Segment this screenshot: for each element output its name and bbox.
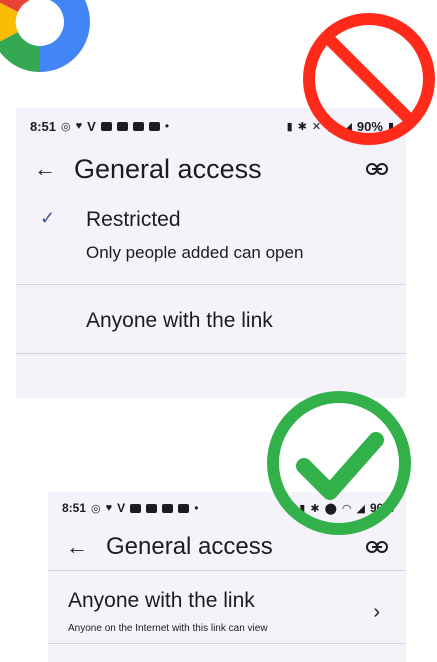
video-icon (100, 121, 112, 131)
app-bar: ← General access (16, 144, 406, 194)
option-label: Anyone with the link (86, 309, 273, 332)
check-icon: ✓ (40, 208, 56, 228)
option-description: Only people added can open (86, 243, 304, 262)
carrier-icon: V (87, 118, 96, 134)
page-title: General access (74, 153, 262, 184)
app-notification-icon: ♥ (75, 120, 83, 132)
status-time: 8:51 (62, 501, 87, 515)
google-logo (0, 0, 90, 73)
option-restricted[interactable]: ✓ Restricted Only people added can open (16, 204, 406, 285)
app-notification-icon: ♥ (105, 502, 113, 514)
link-icon[interactable] (366, 541, 388, 553)
option-anyone-with-link[interactable]: Anyone with the link Anyone on the Inter… (48, 570, 406, 644)
chevron-right-icon: › (373, 601, 380, 623)
arrow-left-icon[interactable]: ← (34, 156, 74, 182)
calendar-icon (132, 121, 144, 131)
restricted-screen: 8:51 ◎ ♥ V • ▮ ✱ ✕ ⬤ ◢ 90% ▮ ← General a… (16, 108, 406, 398)
checkmark-circle-icon (267, 391, 411, 535)
video-icon (116, 121, 128, 131)
video-icon (146, 503, 158, 513)
arrow-left-icon[interactable]: ← (66, 534, 106, 560)
more-notifications-dot: • (194, 501, 199, 515)
option-label: Anyone with the link (68, 589, 255, 612)
video-icon (148, 121, 160, 131)
option-anyone-with-link[interactable]: Anyone with the link (16, 285, 406, 354)
calendar-icon (162, 503, 174, 513)
option-label: Restricted (86, 208, 181, 231)
app-notification-icon: ◎ (61, 120, 71, 133)
option-description: Anyone on the Internet with this link ca… (68, 623, 268, 634)
carrier-icon: V (117, 501, 126, 515)
status-time: 8:51 (30, 118, 57, 134)
more-notifications-dot: • (164, 119, 170, 133)
app-notification-icon: ◎ (91, 502, 101, 515)
video-icon (130, 503, 142, 513)
battery-saver-icon: ▮ (286, 120, 293, 133)
video-icon (178, 503, 190, 513)
link-icon[interactable] (366, 163, 388, 175)
prohibited-icon (303, 13, 435, 145)
